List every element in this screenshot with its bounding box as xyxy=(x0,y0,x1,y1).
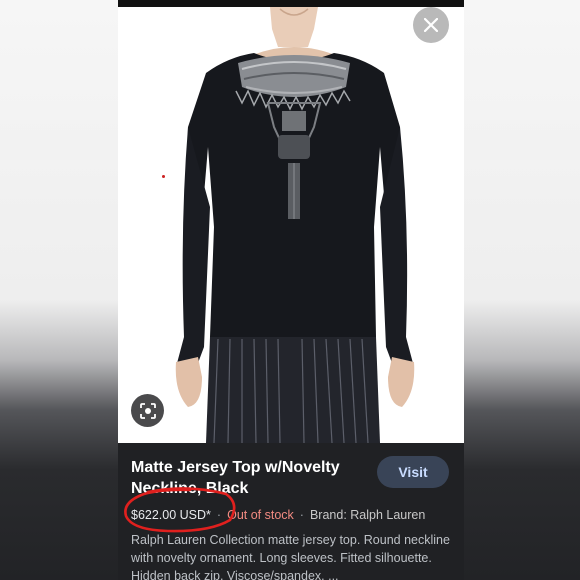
lens-button[interactable] xyxy=(131,394,164,427)
product-description: Ralph Lauren Collection matte jersey top… xyxy=(131,533,450,580)
top-edge xyxy=(118,0,464,7)
product-image[interactable] xyxy=(118,7,464,443)
product-meta: $622.00 USD* · Out of stock · Brand: Ralph L… xyxy=(131,508,425,522)
separator: · xyxy=(299,508,304,522)
close-icon xyxy=(424,18,438,32)
model-illustration xyxy=(175,7,415,443)
blurred-background-left xyxy=(0,0,118,580)
close-button[interactable] xyxy=(413,7,449,43)
lens-icon xyxy=(139,402,156,419)
brand: Brand: Ralph Lauren xyxy=(309,508,426,522)
price: $622.00 USD* xyxy=(131,508,211,522)
red-dot-mark xyxy=(162,175,165,178)
stock-status: Out of stock xyxy=(227,508,294,522)
separator: · xyxy=(216,508,222,522)
blurred-background-right xyxy=(464,0,580,580)
screen: Matte Jersey Top w/Novelty Neckline, Bla… xyxy=(0,0,580,580)
product-info-panel: Matte Jersey Top w/Novelty Neckline, Bla… xyxy=(118,443,464,580)
visit-button[interactable]: Visit xyxy=(377,456,449,488)
product-title[interactable]: Matte Jersey Top w/Novelty Neckline, Bla… xyxy=(131,457,361,499)
